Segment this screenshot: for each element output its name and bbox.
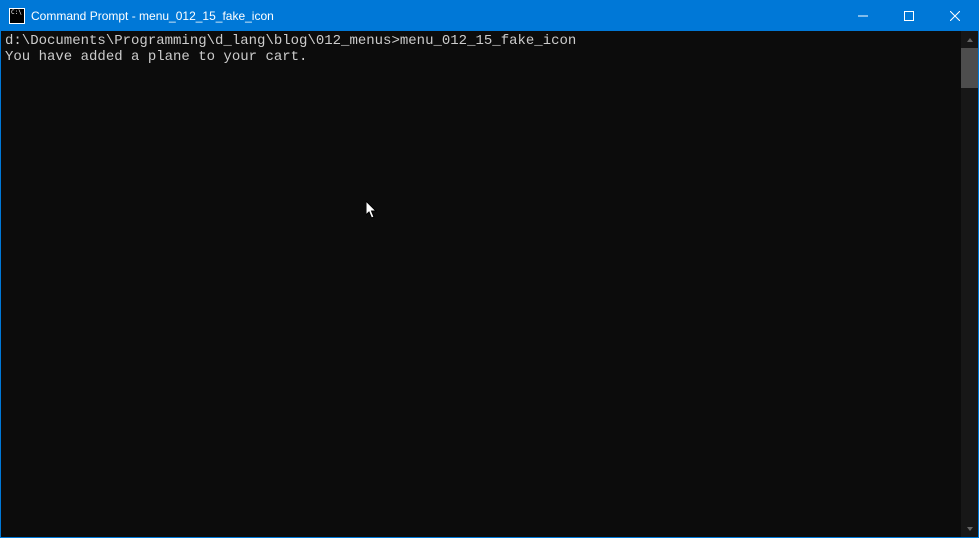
content-area: d:\Documents\Programming\d_lang\blog\012… bbox=[1, 31, 978, 537]
vertical-scrollbar[interactable] bbox=[961, 31, 978, 537]
chevron-down-icon bbox=[966, 525, 974, 533]
scroll-up-button[interactable] bbox=[961, 31, 978, 48]
output-line: You have added a plane to your cart. bbox=[5, 49, 307, 65]
scroll-thumb[interactable] bbox=[961, 48, 978, 88]
prompt-path: d:\Documents\Programming\d_lang\blog\012… bbox=[5, 33, 400, 49]
cmd-icon bbox=[9, 8, 25, 24]
chevron-up-icon bbox=[966, 36, 974, 44]
minimize-icon bbox=[858, 11, 868, 21]
minimize-button[interactable] bbox=[840, 1, 886, 31]
window-controls bbox=[840, 1, 978, 31]
titlebar[interactable]: Command Prompt - menu_012_15_fake_icon bbox=[1, 1, 978, 31]
close-icon bbox=[950, 11, 960, 21]
close-button[interactable] bbox=[932, 1, 978, 31]
terminal-output[interactable]: d:\Documents\Programming\d_lang\blog\012… bbox=[1, 31, 961, 537]
maximize-icon bbox=[904, 11, 914, 21]
mouse-cursor-icon bbox=[366, 201, 378, 220]
maximize-button[interactable] bbox=[886, 1, 932, 31]
window-title: Command Prompt - menu_012_15_fake_icon bbox=[31, 9, 274, 23]
command-text: menu_012_15_fake_icon bbox=[400, 33, 576, 49]
command-prompt-window: Command Prompt - menu_012_15_fake_icon d… bbox=[0, 0, 979, 538]
scroll-down-button[interactable] bbox=[961, 520, 978, 537]
